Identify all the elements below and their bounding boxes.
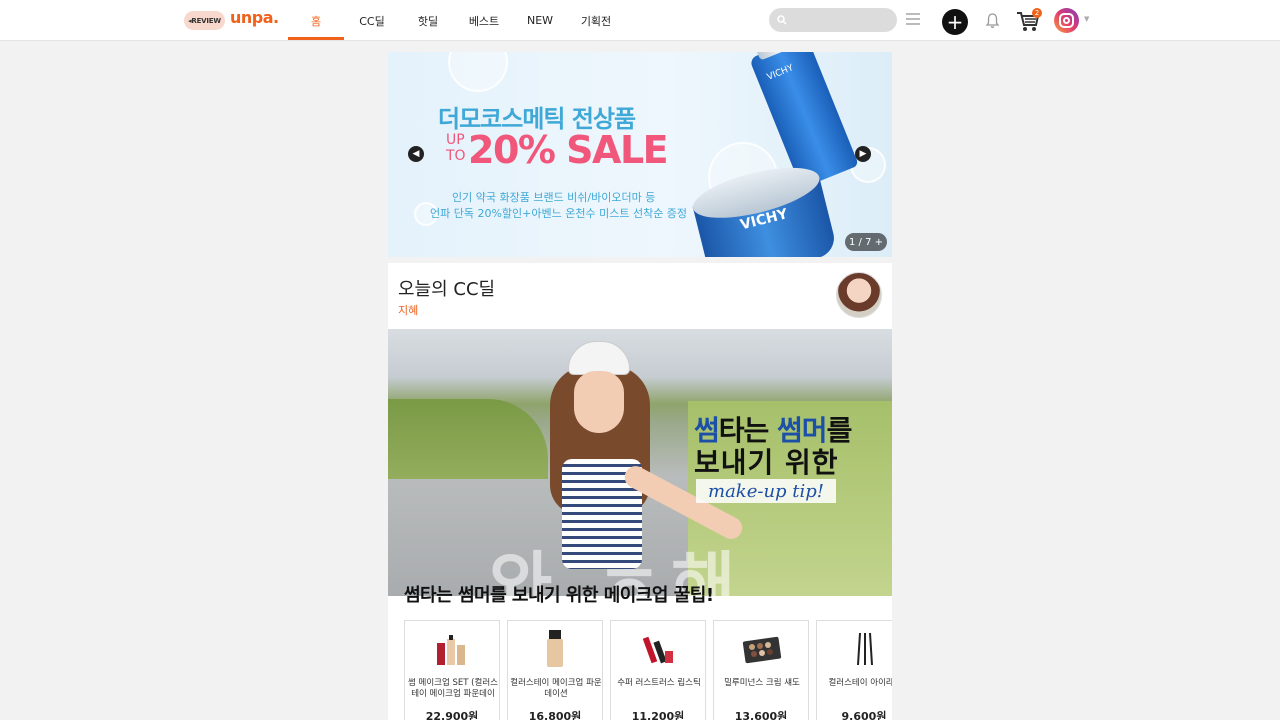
bottle-brand-label: VICHY xyxy=(765,63,795,83)
search-icon xyxy=(777,15,787,25)
product-list: 썸 메이크업 SET (컬러스테이 메이크업 파운데이 22,900원 컬러스테… xyxy=(404,620,892,720)
photo-grass xyxy=(388,399,548,479)
product-card[interactable]: 컬러스테이 아이라이 9,600원 xyxy=(816,620,892,720)
cc-deal-title: 오늘의 CC딜 xyxy=(398,279,496,300)
bell-icon[interactable] xyxy=(985,12,1000,29)
top-header: ◂REVIEW unpa. 홈 CC딜 핫딜 베스트 NEW 기획전 + 2 ▼ xyxy=(0,0,1280,41)
product-card[interactable]: 수퍼 러스트러스 립스틱 11,200원 xyxy=(610,620,706,720)
product-image xyxy=(427,629,479,669)
banner-subtitle-2: 언파 단독 20%할인+아벤느 온천수 미스트 선착순 증정 xyxy=(430,207,688,220)
caret-down-icon[interactable]: ▼ xyxy=(1084,15,1089,23)
product-name: 수퍼 러스트러스 립스틱 xyxy=(617,678,701,688)
product-price: 11,200원 xyxy=(631,710,685,720)
photo-headline-2: 보내기 위한 xyxy=(694,446,839,479)
cc-deal-photo[interactable]: 와 ㅎ해 썸타는 썸머를 보내기 위한 make-up tip! xyxy=(388,329,892,596)
nav-tab-new[interactable]: NEW xyxy=(512,0,568,41)
product-image xyxy=(633,629,685,669)
product-name: 컬러스테이 아이라이 xyxy=(828,678,892,688)
product-card[interactable]: 썸 메이크업 SET (컬러스테이 메이크업 파운데이 22,900원 xyxy=(404,620,500,720)
product-name: 컬러스테이 메이크업 파운데이션 xyxy=(510,678,602,699)
product-price: 22,900원 xyxy=(425,710,479,720)
banner-subtitle-1: 인기 약국 화장품 브랜드 비쉬/바이오더마 등 xyxy=(452,191,656,204)
slide-counter[interactable]: 1 / 7 + xyxy=(845,233,887,251)
instagram-icon[interactable] xyxy=(1054,8,1079,33)
product-image xyxy=(736,629,788,669)
unpa-logo[interactable]: unpa. xyxy=(230,8,279,27)
menu-icon[interactable] xyxy=(906,13,920,25)
promo-banner[interactable]: 더모코스메틱 전상품 UP TO 20% SALE 인기 약국 화장품 브랜드 … xyxy=(388,52,892,257)
product-card[interactable]: 밀루미넌스 크림 섀도 13,600원 xyxy=(713,620,809,720)
review-button[interactable]: ◂REVIEW xyxy=(184,11,225,30)
plus-icon[interactable]: + xyxy=(942,9,968,35)
prev-arrow-icon[interactable]: ◀ xyxy=(408,146,424,162)
product-card[interactable]: 컬러스테이 메이크업 파운데이션 16,800원 xyxy=(507,620,603,720)
product-price: 16,800원 xyxy=(528,710,582,720)
search-bar[interactable] xyxy=(769,8,897,32)
product-name: 썸 메이크업 SET (컬러스테이 메이크업 파운데이 xyxy=(408,678,498,699)
photo-tip-label: make-up tip! xyxy=(696,479,837,503)
model-figure xyxy=(538,341,746,596)
banner-upto: UP TO xyxy=(446,132,466,164)
author-avatar[interactable] xyxy=(836,272,882,318)
cc-deal-card: 오늘의 CC딜 지혜 와 ㅎ해 썸타는 썸머를 보내기 위한 make-up t… xyxy=(388,263,892,720)
product-name: 밀루미넌스 크림 섀도 xyxy=(724,678,800,688)
product-image xyxy=(530,629,582,669)
cc-deal-caption[interactable]: 썸타는 썸머를 보내기 위한 메이크업 꿀팁! xyxy=(404,581,714,607)
product-image xyxy=(839,629,891,669)
next-arrow-icon[interactable]: ▶ xyxy=(855,146,871,162)
product-price: 13,600원 xyxy=(734,710,788,720)
search-input[interactable] xyxy=(791,13,891,27)
nav-tab-hot-deal[interactable]: 핫딜 xyxy=(400,0,456,41)
cc-deal-author[interactable]: 지혜 xyxy=(398,302,418,318)
decor-bubble xyxy=(448,52,508,92)
cart-count-badge: 2 xyxy=(1032,8,1042,18)
banner-sale: 20% SALE xyxy=(468,128,669,172)
nav-tab-cc-deal[interactable]: CC딜 xyxy=(344,0,400,41)
nav-tab-best[interactable]: 베스트 xyxy=(456,0,512,41)
main-nav: 홈 CC딜 핫딜 베스트 NEW 기획전 xyxy=(288,0,624,41)
nav-tab-exhibition[interactable]: 기획전 xyxy=(568,0,624,41)
nav-tab-home[interactable]: 홈 xyxy=(288,0,344,41)
product-price: 9,600원 xyxy=(841,710,887,720)
